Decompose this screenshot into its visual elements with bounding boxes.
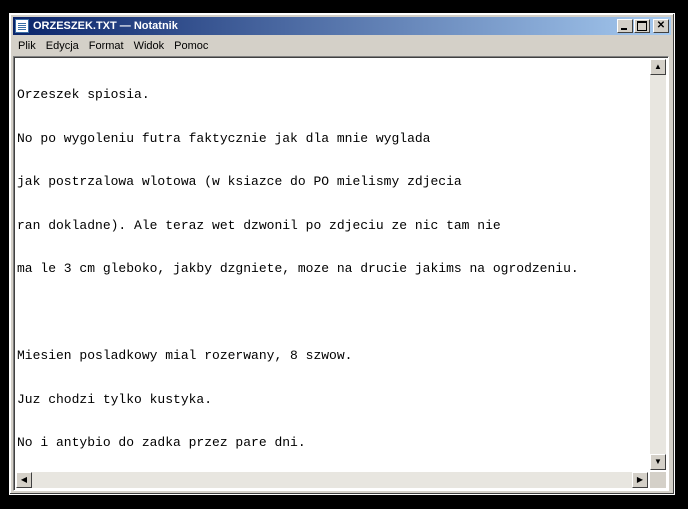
window-controls: ✕ xyxy=(616,19,669,33)
text-line xyxy=(17,306,647,321)
arrow-right-icon: ▶ xyxy=(636,475,644,484)
maximize-icon xyxy=(637,21,647,31)
scroll-left-button[interactable]: ◀ xyxy=(16,472,32,488)
close-button[interactable]: ✕ xyxy=(653,19,669,33)
close-icon: ✕ xyxy=(656,20,666,31)
horizontal-scrollbar[interactable]: ◀ ▶ xyxy=(16,472,648,488)
notepad-window: ORZESZEK.TXT — Notatnik ✕ Plik Edycja Fo… xyxy=(9,13,675,495)
text-line: ran dokladne). Ale teraz wet dzwonil po … xyxy=(17,217,501,233)
text-line: jak postrzalowa wlotowa (w ksiazce do PO… xyxy=(17,174,462,189)
arrow-left-icon: ◀ xyxy=(20,475,28,484)
title-bar[interactable]: ORZESZEK.TXT — Notatnik ✕ xyxy=(13,17,671,35)
notepad-icon[interactable] xyxy=(15,19,29,33)
text-content[interactable]: Orzeszek spiosia. No po wygoleniu futra … xyxy=(17,59,647,469)
scroll-down-button[interactable]: ▼ xyxy=(650,454,666,470)
text-line: Juz chodzi tylko kustyka. xyxy=(17,391,213,407)
menu-format[interactable]: Format xyxy=(84,40,129,52)
text-line: ma le 3 cm gleboko, jakby dzgniete, moze… xyxy=(17,261,579,276)
text-line: No i antybio do zadka przez pare dni. xyxy=(17,435,306,450)
arrow-down-icon: ▼ xyxy=(654,457,662,466)
menu-plik[interactable]: Plik xyxy=(13,40,41,52)
menu-pomoc[interactable]: Pomoc xyxy=(169,40,213,52)
maximize-button[interactable] xyxy=(634,19,650,33)
window-title: ORZESZEK.TXT — Notatnik xyxy=(33,20,178,32)
minimize-button[interactable] xyxy=(617,19,633,33)
arrow-up-icon: ▲ xyxy=(654,62,662,71)
scroll-right-button[interactable]: ▶ xyxy=(632,472,648,488)
minimize-icon xyxy=(621,28,627,30)
menu-edycja[interactable]: Edycja xyxy=(41,40,84,52)
menu-bar: Plik Edycja Format Widok Pomoc xyxy=(13,37,671,55)
menu-widok[interactable]: Widok xyxy=(129,40,170,52)
text-line: No po wygoleniu futra faktycznie jak dla… xyxy=(17,130,431,146)
text-editor[interactable]: Orzeszek spiosia. No po wygoleniu futra … xyxy=(13,56,669,491)
text-line: Miesien posladkowy mial rozerwany, 8 szw… xyxy=(17,348,353,363)
scroll-up-button[interactable]: ▲ xyxy=(650,59,666,75)
scrollbar-corner xyxy=(650,472,666,488)
text-line: Orzeszek spiosia. xyxy=(17,87,150,102)
vertical-scrollbar[interactable]: ▲ ▼ xyxy=(650,59,666,470)
